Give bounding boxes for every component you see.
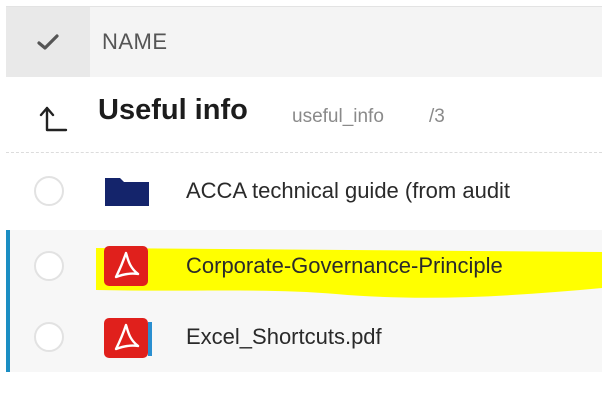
- folder-slug: useful_info: [292, 106, 384, 127]
- list-item[interactable]: ACCA technical guide (from audit: [6, 155, 602, 227]
- selection-indicator: [6, 302, 10, 372]
- check-icon: [37, 34, 59, 50]
- list-item[interactable]: Corporate-Governance-Principle: [6, 230, 602, 302]
- folder-icon: [105, 178, 149, 206]
- file-name[interactable]: Corporate-Governance-Principle: [186, 230, 503, 302]
- list-header: NAME: [6, 6, 602, 77]
- list-item[interactable]: Excel_Shortcuts.pdf: [6, 302, 602, 372]
- folder-title: Useful info: [98, 94, 248, 126]
- file-name[interactable]: Excel_Shortcuts.pdf: [186, 302, 382, 372]
- level-up-icon[interactable]: [36, 104, 68, 136]
- pdf-file-icon: [104, 246, 148, 286]
- folder-item-count: /3: [429, 106, 445, 127]
- current-folder-row: Useful info useful_info /3: [6, 78, 602, 153]
- select-checkbox[interactable]: [34, 322, 64, 352]
- select-checkbox[interactable]: [34, 176, 64, 206]
- file-name[interactable]: ACCA technical guide (from audit: [186, 155, 510, 227]
- select-all-toggle[interactable]: [6, 7, 90, 77]
- selection-indicator: [6, 230, 10, 302]
- name-column-header[interactable]: NAME: [102, 7, 168, 77]
- select-checkbox[interactable]: [34, 251, 64, 281]
- file-browser: NAME Useful info useful_info /3 ACCA tec…: [0, 0, 602, 420]
- pdf-file-icon: [104, 318, 152, 358]
